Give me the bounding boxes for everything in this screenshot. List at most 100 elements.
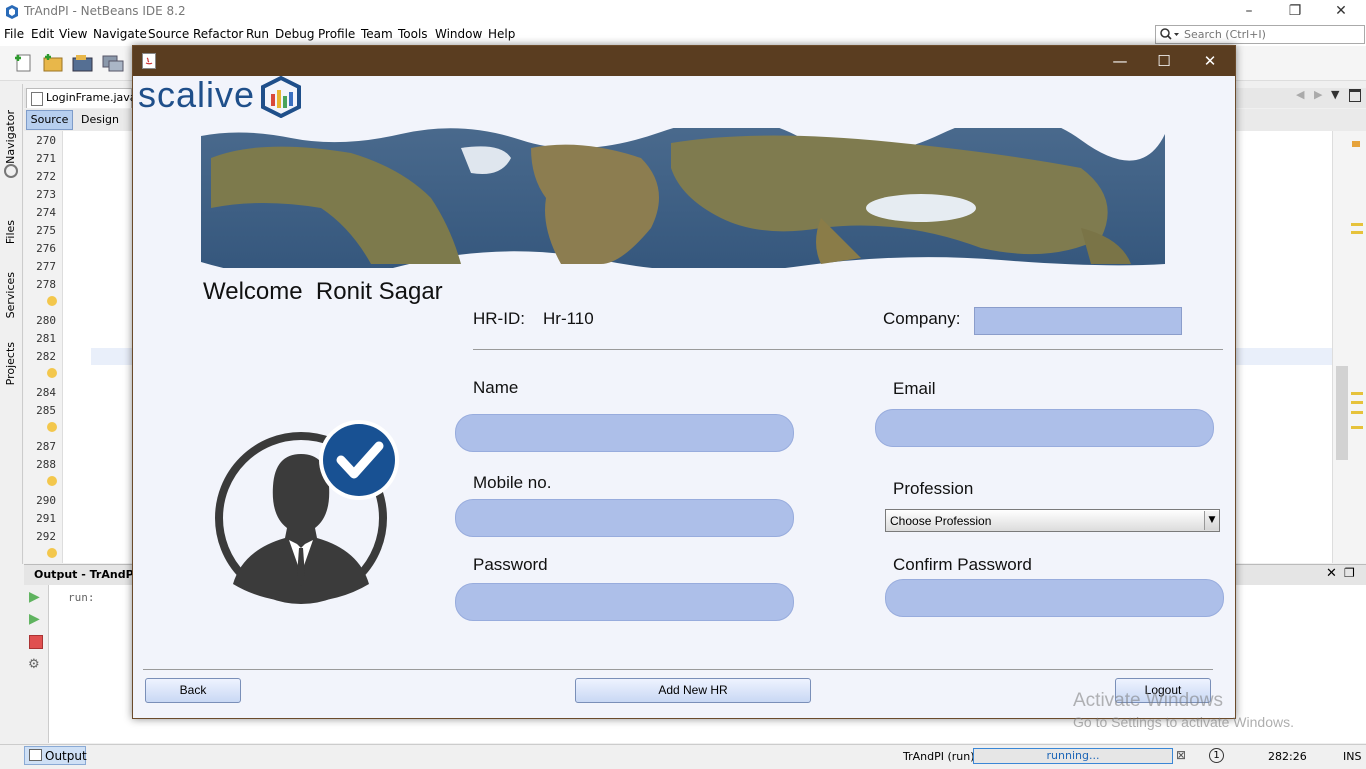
open-project-icon[interactable] xyxy=(72,52,94,72)
warning-marker[interactable] xyxy=(1351,223,1363,226)
files-tab[interactable]: Files xyxy=(4,220,17,244)
menu-tools[interactable]: Tools xyxy=(398,27,428,41)
app-maximize-button[interactable]: ☐ xyxy=(1141,46,1187,76)
name-input[interactable] xyxy=(455,414,794,452)
tab-source[interactable]: Source xyxy=(26,110,73,130)
line-number: 284 xyxy=(36,386,56,399)
status-project: TrAndPI (run) xyxy=(903,750,975,763)
tab-list-dropdown-icon[interactable]: ▼ xyxy=(1331,88,1339,101)
menu-help[interactable]: Help xyxy=(488,27,515,41)
file-tab-label: LoginFrame.java xyxy=(46,91,137,104)
editor-scrollbar[interactable] xyxy=(1332,131,1366,563)
back-button[interactable]: Back xyxy=(145,678,241,703)
close-project-icon[interactable] xyxy=(102,52,124,72)
email-label: Email xyxy=(893,379,936,398)
ide-left-strip: Navigator Files Services Projects xyxy=(0,84,23,564)
ide-minimize-button[interactable]: – xyxy=(1226,0,1272,24)
insert-mode: INS xyxy=(1343,750,1362,763)
menu-profile[interactable]: Profile xyxy=(318,27,355,41)
line-number: 273 xyxy=(36,188,56,201)
menu-team[interactable]: Team xyxy=(361,27,393,41)
ide-search-box[interactable] xyxy=(1155,25,1365,44)
hint-bulb-icon[interactable] xyxy=(47,476,57,486)
warning-marker[interactable] xyxy=(1351,411,1363,414)
cursor-position: 282:26 xyxy=(1268,750,1307,763)
warning-marker[interactable] xyxy=(1351,392,1363,395)
hr-user-avatar-icon xyxy=(215,420,399,604)
compass-icon xyxy=(4,164,18,178)
scalive-logo-text: scalive xyxy=(138,74,256,115)
line-number: 291 xyxy=(36,512,56,525)
tab-design[interactable]: Design xyxy=(78,110,122,130)
password-label: Password xyxy=(473,555,548,574)
line-number: 288 xyxy=(36,458,56,471)
hint-bulb-icon[interactable] xyxy=(47,368,57,378)
java-app-icon xyxy=(142,53,156,69)
hint-bulb-icon[interactable] xyxy=(47,422,57,432)
profession-label: Profession xyxy=(893,479,974,498)
profession-select[interactable]: Choose Profession ▼ xyxy=(885,509,1220,532)
warning-marker[interactable] xyxy=(1351,426,1363,429)
output-bottom-tab[interactable]: Output xyxy=(24,746,87,765)
navigator-tab[interactable]: Navigator xyxy=(4,110,17,164)
app-minimize-button[interactable]: — xyxy=(1097,46,1143,76)
ide-title-bar: TrAndPI - NetBeans IDE 8.2 – ❐ ✕ xyxy=(0,0,1366,24)
add-new-hr-button[interactable]: Add New HR xyxy=(575,678,811,703)
restore-panel-icon[interactable]: ❐ xyxy=(1344,566,1355,580)
menu-file[interactable]: File xyxy=(4,27,24,41)
tab-scroll-right-icon[interactable]: ▶ xyxy=(1314,88,1322,101)
email-input[interactable] xyxy=(875,409,1214,447)
chevron-down-icon[interactable]: ▼ xyxy=(1204,511,1219,530)
line-number: 287 xyxy=(36,440,56,453)
tab-scroll-left-icon[interactable]: ◀ xyxy=(1296,88,1304,101)
ide-close-button[interactable]: ✕ xyxy=(1318,0,1364,24)
mobile-input[interactable] xyxy=(455,499,794,537)
ide-restore-button[interactable]: ❐ xyxy=(1272,0,1318,24)
menu-run[interactable]: Run xyxy=(246,27,269,41)
company-field[interactable] xyxy=(974,307,1182,335)
company-label: Company: xyxy=(883,309,961,328)
close-icon[interactable]: ✕ xyxy=(1326,566,1337,581)
notification-badge[interactable]: 1 xyxy=(1209,748,1224,763)
confirm-password-input[interactable] xyxy=(885,579,1224,617)
app-close-button[interactable]: ✕ xyxy=(1187,46,1233,76)
cancel-task-icon[interactable]: ⊠ xyxy=(1176,748,1186,762)
hint-bulb-icon[interactable] xyxy=(47,548,57,558)
menu-window[interactable]: Window xyxy=(435,27,482,41)
projects-tab[interactable]: Projects xyxy=(4,342,17,385)
output-text: run: xyxy=(68,591,95,604)
hr-id-value: Hr-110 xyxy=(543,309,594,328)
hint-bulb-icon[interactable] xyxy=(47,296,57,306)
line-number: 274 xyxy=(36,206,56,219)
line-number: 272 xyxy=(36,170,56,183)
menu-refactor[interactable]: Refactor xyxy=(193,27,243,41)
line-number: 290 xyxy=(36,494,56,507)
password-input[interactable] xyxy=(455,583,794,621)
error-marker[interactable] xyxy=(1352,141,1360,147)
rerun-icon[interactable]: ▶ xyxy=(29,589,40,605)
hr-app-window: — ☐ ✕ scalive Welcome Ronit Sagar HR-ID:… xyxy=(132,45,1236,719)
new-project-icon[interactable] xyxy=(42,52,64,72)
output-tab-label: Output xyxy=(45,749,87,763)
services-tab[interactable]: Services xyxy=(4,272,17,318)
file-tab-loginframe[interactable]: LoginFrame.java xyxy=(26,88,137,108)
search-icon xyxy=(1160,28,1179,40)
menu-source[interactable]: Source xyxy=(148,27,189,41)
run-progress-bar[interactable]: running... xyxy=(973,748,1173,764)
maximize-window-icon[interactable] xyxy=(1349,89,1361,102)
stop-icon[interactable] xyxy=(29,635,43,649)
line-number: 281 xyxy=(36,332,56,345)
scrollbar-thumb[interactable] xyxy=(1336,366,1348,460)
warning-marker[interactable] xyxy=(1351,401,1363,404)
menu-debug[interactable]: Debug xyxy=(275,27,314,41)
new-file-icon[interactable] xyxy=(12,52,34,72)
menu-navigate[interactable]: Navigate xyxy=(93,27,147,41)
app-content: scalive Welcome Ronit Sagar HR-ID: Hr-11… xyxy=(133,74,1235,718)
ide-search-input[interactable] xyxy=(1184,27,1354,42)
rerun-with-params-icon[interactable]: ▶ xyxy=(29,611,40,627)
settings-icon[interactable]: ⚙ xyxy=(28,657,40,672)
warning-marker[interactable] xyxy=(1351,231,1363,234)
menu-view[interactable]: View xyxy=(59,27,87,41)
menu-edit[interactable]: Edit xyxy=(31,27,54,41)
java-file-icon xyxy=(31,92,43,106)
